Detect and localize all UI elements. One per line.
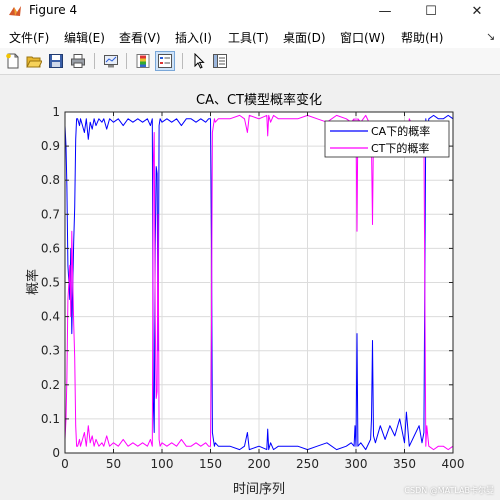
menu-file[interactable]: 文件(F)	[9, 29, 49, 46]
menu-insert[interactable]: 插入(I)	[175, 29, 212, 46]
menu-bar: 文件(F) 编辑(E) 查看(V) 插入(I) 工具(T) 桌面(D) 窗口(W…	[0, 24, 500, 48]
window-title: Figure 4	[29, 3, 78, 17]
menu-window[interactable]: 窗口(W)	[340, 29, 385, 46]
y-tick-label: 0.3	[41, 344, 60, 358]
menu-desktop[interactable]: 桌面(D)	[283, 29, 326, 46]
maximize-icon: ☐	[425, 3, 437, 19]
x-tick-label: 100	[151, 457, 174, 471]
probability-line-chart[interactable]: 0 50 100 150 200 250 300 350 400 0 0.1 0.2 0.3 0.4 0.…	[0, 75, 500, 500]
x-tick-label: 150	[199, 457, 222, 471]
y-tick-label: 0.5	[41, 276, 60, 290]
figure-toolbar	[0, 48, 500, 75]
menu-edit[interactable]: 编辑(E)	[64, 29, 105, 46]
insert-colorbar-icon	[136, 54, 150, 68]
new-figure-icon	[6, 53, 19, 69]
insert-legend-icon	[158, 54, 172, 68]
x-tick-label: 400	[442, 457, 465, 471]
y-tick-label: 0.2	[41, 378, 60, 392]
save-icon	[49, 54, 63, 68]
matlab-icon	[9, 6, 21, 16]
save-button[interactable]	[46, 51, 66, 71]
toolbar-separator	[126, 53, 127, 69]
x-tick-label: 250	[296, 457, 319, 471]
menu-tools[interactable]: 工具(T)	[228, 29, 269, 46]
y-tick-label: 0.7	[41, 207, 60, 221]
edit-plot-button[interactable]	[189, 51, 209, 71]
menu-help[interactable]: 帮助(H)	[401, 29, 443, 46]
open-file-icon	[26, 56, 42, 68]
minimize-button[interactable]: —	[362, 0, 408, 22]
y-tick-label: 0.9	[41, 139, 60, 153]
menu-view[interactable]: 查看(V)	[119, 29, 161, 46]
x-axis-label: 时间序列	[233, 482, 285, 497]
open-file-button[interactable]	[24, 51, 44, 71]
property-inspector-button[interactable]	[210, 51, 230, 71]
y-tick-label: 1	[52, 105, 60, 119]
watermark: CSDN @MATLAB卡尔曼	[404, 486, 494, 495]
y-tick-label: 0	[52, 446, 60, 460]
insert-colorbar-button[interactable]	[133, 51, 153, 71]
edit-plot-icon	[194, 53, 205, 69]
legend[interactable]: CA下的概率 CT下的概率	[324, 120, 450, 158]
legend-label-ct: CT下的概率	[371, 141, 429, 155]
y-tick-label: 0.4	[41, 310, 60, 324]
y-tick-label: 0.8	[41, 173, 60, 187]
toolbar-separator	[94, 53, 95, 69]
toolbar-separator	[182, 53, 183, 69]
y-axis-label: 概率	[25, 269, 41, 295]
x-tick-label: 300	[345, 457, 368, 471]
print-button[interactable]	[68, 51, 88, 71]
y-tick-label: 0.6	[41, 241, 60, 255]
close-button[interactable]: ✕	[454, 0, 500, 22]
menu-overflow-icon[interactable]: ↘	[486, 30, 495, 43]
chart-title: CA、CT模型概率变化	[196, 92, 322, 108]
legend-label-ca: CA下的概率	[371, 124, 430, 138]
x-tick-label: 350	[393, 457, 416, 471]
new-figure-button[interactable]	[3, 51, 23, 71]
y-tick-label: 0.1	[41, 412, 60, 426]
link-plot-icon	[104, 55, 118, 68]
minimize-icon: —	[378, 3, 392, 19]
close-icon: ✕	[471, 3, 483, 19]
link-plot-button[interactable]	[101, 51, 121, 71]
x-tick-label: 200	[248, 457, 271, 471]
x-tick-label: 50	[106, 457, 121, 471]
window-titlebar: Figure 4 — ☐ ✕	[0, 0, 500, 22]
print-icon	[71, 54, 85, 68]
x-tick-label: 0	[61, 457, 69, 471]
insert-legend-button[interactable]	[155, 51, 175, 71]
property-inspector-icon	[213, 54, 227, 68]
maximize-button[interactable]: ☐	[408, 0, 454, 22]
